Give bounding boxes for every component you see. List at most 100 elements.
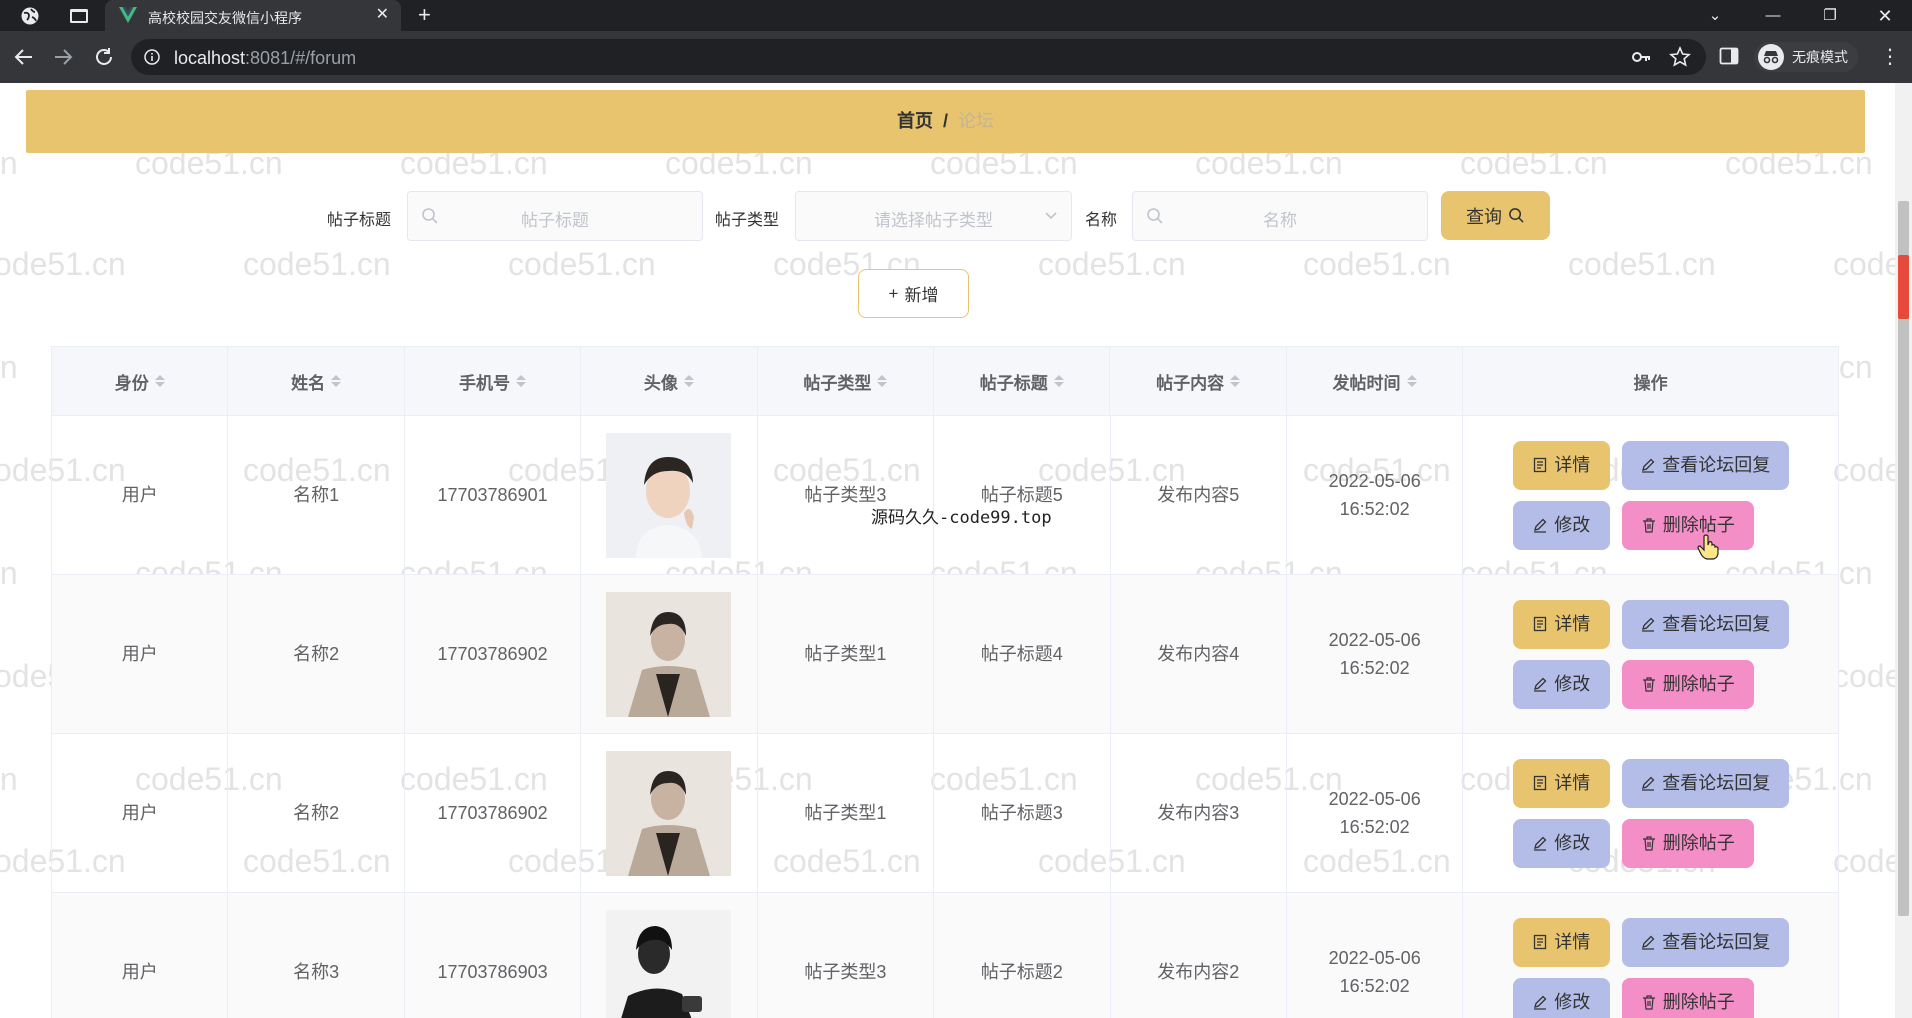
avatar[interactable] xyxy=(606,909,732,1018)
sort-icon[interactable] xyxy=(1230,375,1241,387)
sort-icon[interactable] xyxy=(1053,375,1064,387)
edit-button-label: 修改 xyxy=(1554,674,1591,694)
page-scrollbar[interactable] xyxy=(1895,83,1912,1018)
edit-button[interactable]: 修改 xyxy=(1512,977,1610,1018)
column-header-post-content[interactable]: 帖子内容 xyxy=(1110,347,1287,415)
edit-button[interactable]: 修改 xyxy=(1512,659,1610,709)
restore-icon[interactable]: ❐ xyxy=(1819,5,1841,27)
vue-logo-icon xyxy=(119,7,137,23)
column-header-name[interactable]: 姓名 xyxy=(228,347,405,415)
view-replies-button[interactable]: 查看论坛回复 xyxy=(1621,758,1789,808)
avatar[interactable] xyxy=(606,750,732,876)
avatar[interactable] xyxy=(606,432,732,558)
delete-post-button-label: 删除帖子 xyxy=(1662,833,1735,853)
forward-arrow-icon[interactable] xyxy=(52,46,74,68)
document-icon xyxy=(1534,616,1547,632)
delete-post-button[interactable]: 删除帖子 xyxy=(1621,977,1754,1018)
column-title: 头像 xyxy=(643,373,678,393)
reload-icon[interactable] xyxy=(93,46,115,68)
view-replies-button-label: 查看论坛回复 xyxy=(1662,614,1771,634)
column-header-post-time[interactable]: 发帖时间 xyxy=(1287,347,1464,415)
post-title-input[interactable]: 帖子标题 xyxy=(407,191,703,241)
window-close-icon[interactable]: ✕ xyxy=(1874,5,1896,27)
breadcrumb-home[interactable]: 首页 xyxy=(897,111,933,131)
query-button[interactable]: 查询 xyxy=(1441,191,1550,240)
post-type-placeholder: 请选择帖子类型 xyxy=(874,211,993,230)
sort-icon[interactable] xyxy=(683,375,694,387)
sort-icon[interactable] xyxy=(154,375,165,387)
cell-post-title: 帖子标题3 xyxy=(934,734,1111,892)
detail-button[interactable]: 详情 xyxy=(1512,917,1610,967)
incognito-indicator[interactable]: 无痕模式 xyxy=(1754,42,1858,72)
search-icon xyxy=(1509,208,1524,223)
avatar[interactable] xyxy=(606,591,732,717)
sort-icon[interactable] xyxy=(877,375,888,387)
column-header-post-type[interactable]: 帖子类型 xyxy=(758,347,935,415)
active-tab[interactable]: 高校校园交友微信小程序 ✕ xyxy=(105,0,401,31)
document-icon xyxy=(1534,457,1547,473)
name-input[interactable]: 名称 xyxy=(1132,191,1428,241)
browser-toolbar: localhost:8081/#/forum 无痕模式 ⋮ xyxy=(0,31,1912,83)
column-header-role[interactable]: 身份 xyxy=(52,347,229,415)
view-replies-button[interactable]: 查看论坛回复 xyxy=(1621,599,1789,649)
delete-post-button[interactable]: 删除帖子 xyxy=(1621,659,1754,709)
post-type-select[interactable]: 请选择帖子类型 xyxy=(795,191,1072,241)
column-title: 帖子类型 xyxy=(803,373,872,393)
watermark: code51.cn xyxy=(0,555,18,591)
watermark: code51.cn xyxy=(1303,246,1451,282)
sort-icon[interactable] xyxy=(516,375,527,387)
table-row: 用户 名称1 17703786901 帖子类型3 帖子标题5 发布内容5 202… xyxy=(52,416,1838,575)
cell-role: 用户 xyxy=(52,575,229,733)
new-tab-button[interactable]: + xyxy=(418,3,431,27)
cell-actions: 详情 查看论坛回复 修改 删除帖子 xyxy=(1463,734,1838,892)
table-row: 用户 名称3 17703786903 帖子类型3 帖子标题2 发布内容2 202… xyxy=(52,893,1838,1018)
delete-post-button[interactable]: 删除帖子 xyxy=(1621,818,1754,868)
cell-role: 用户 xyxy=(52,416,229,574)
sort-icon[interactable] xyxy=(331,375,342,387)
sort-icon[interactable] xyxy=(1406,375,1417,387)
detail-button[interactable]: 详情 xyxy=(1512,599,1610,649)
address-bar[interactable]: localhost:8081/#/forum xyxy=(131,39,1706,75)
view-replies-button[interactable]: 查看论坛回复 xyxy=(1621,917,1789,967)
plus-icon: + xyxy=(888,283,899,303)
cell-post-type: 帖子类型1 xyxy=(758,575,935,733)
edit-button[interactable]: 修改 xyxy=(1512,500,1610,550)
tab-group-icon[interactable] xyxy=(69,6,89,26)
cell-role: 用户 xyxy=(52,893,229,1018)
post-title-label: 帖子标题 xyxy=(327,212,392,229)
detail-button[interactable]: 详情 xyxy=(1512,758,1610,808)
tab-title: 高校校园交友微信小程序 xyxy=(148,10,302,26)
column-header-phone[interactable]: 手机号 xyxy=(405,347,582,415)
url-text[interactable]: localhost:8081/#/forum xyxy=(174,48,356,69)
key-icon[interactable] xyxy=(1631,48,1651,66)
cell-actions: 详情 查看论坛回复 修改 删除帖子 xyxy=(1463,575,1838,733)
tab-close-icon[interactable]: ✕ xyxy=(376,7,389,23)
delete-post-button[interactable]: 删除帖子 xyxy=(1621,500,1754,550)
edit-button[interactable]: 修改 xyxy=(1512,818,1610,868)
name-placeholder: 名称 xyxy=(1263,211,1297,230)
add-button[interactable]: + 新增 xyxy=(858,269,969,318)
detail-button[interactable]: 详情 xyxy=(1512,440,1610,490)
side-panel-icon[interactable] xyxy=(1719,46,1739,66)
table-header: 身份 姓名 手机号 头像 帖子类型 帖子标题 帖子内容 发帖时间 操作 xyxy=(52,347,1838,416)
minimize-icon[interactable]: — xyxy=(1762,5,1784,27)
bookmark-star-icon[interactable] xyxy=(1669,46,1691,68)
globe-icon[interactable] xyxy=(20,6,40,26)
breadcrumb-separator: / xyxy=(942,111,948,131)
tab-search-icon[interactable]: ⌄ xyxy=(1704,5,1726,27)
delete-post-button-label: 删除帖子 xyxy=(1662,992,1735,1012)
column-header-avatar[interactable]: 头像 xyxy=(581,347,758,415)
cell-post-time: 2022-05-06 16:52:02 xyxy=(1287,893,1464,1018)
back-arrow-icon[interactable] xyxy=(13,46,35,68)
detail-button-label: 详情 xyxy=(1554,932,1591,952)
view-replies-button[interactable]: 查看论坛回复 xyxy=(1621,440,1789,490)
browser-menu-icon[interactable]: ⋮ xyxy=(1880,44,1900,70)
trash-icon xyxy=(1642,518,1655,533)
column-header-post-title[interactable]: 帖子标题 xyxy=(934,347,1111,415)
site-info-icon[interactable] xyxy=(144,49,160,65)
forum-table: 身份 姓名 手机号 头像 帖子类型 帖子标题 帖子内容 发帖时间 操作 用户 名… xyxy=(51,346,1839,1018)
edit-button-label: 修改 xyxy=(1554,515,1591,535)
cell-phone: 17703786903 xyxy=(405,893,582,1018)
incognito-icon xyxy=(1758,44,1784,70)
column-title: 帖子内容 xyxy=(1156,373,1225,393)
